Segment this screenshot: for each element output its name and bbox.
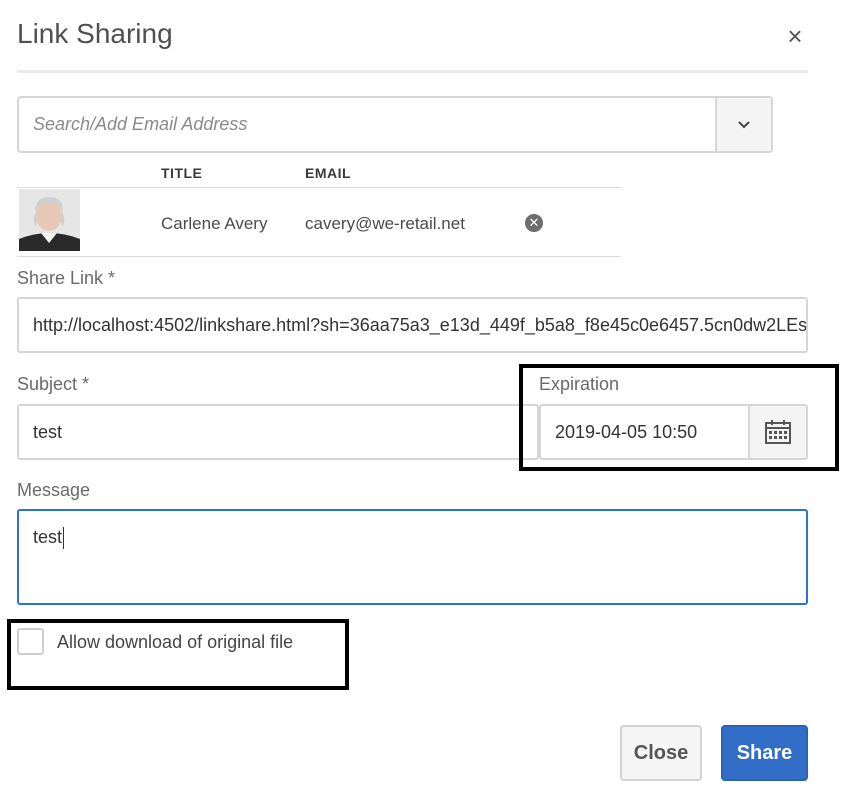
email-search-input[interactable] [19,98,717,151]
table-row: Carlene Avery cavery@we-retail.net ✕ [17,187,621,257]
column-header-title: TITLE [161,165,203,181]
share-button[interactable]: Share [721,725,808,781]
close-icon[interactable]: × [781,22,809,50]
text-caret [63,527,65,549]
avatar [19,189,80,251]
share-link-field[interactable]: http://localhost:4502/linkshare.html?sh=… [17,297,808,353]
search-dropdown-button[interactable] [715,98,771,151]
column-header-email: EMAIL [305,165,352,181]
email-search-combobox [17,96,773,153]
dialog-title: Link Sharing [17,18,173,49]
share-link-label: Share Link * [17,268,116,288]
subject-label: Subject * [17,374,90,394]
user-title-cell: Carlene Avery [161,214,268,233]
user-email-cell: cavery@we-retail.net [305,214,465,233]
message-text: test [33,527,63,547]
message-textarea[interactable]: test [17,509,808,605]
remove-circle-icon: ✕ [528,215,540,230]
expiration-highlight-box [519,364,839,471]
header-divider [17,70,808,73]
subject-field[interactable]: test [17,404,539,460]
allow-download-highlight-box [7,619,349,690]
chevron-down-icon [738,120,750,128]
message-label: Message [17,480,91,500]
remove-user-button[interactable]: ✕ [525,214,543,232]
close-button[interactable]: Close [620,725,702,781]
